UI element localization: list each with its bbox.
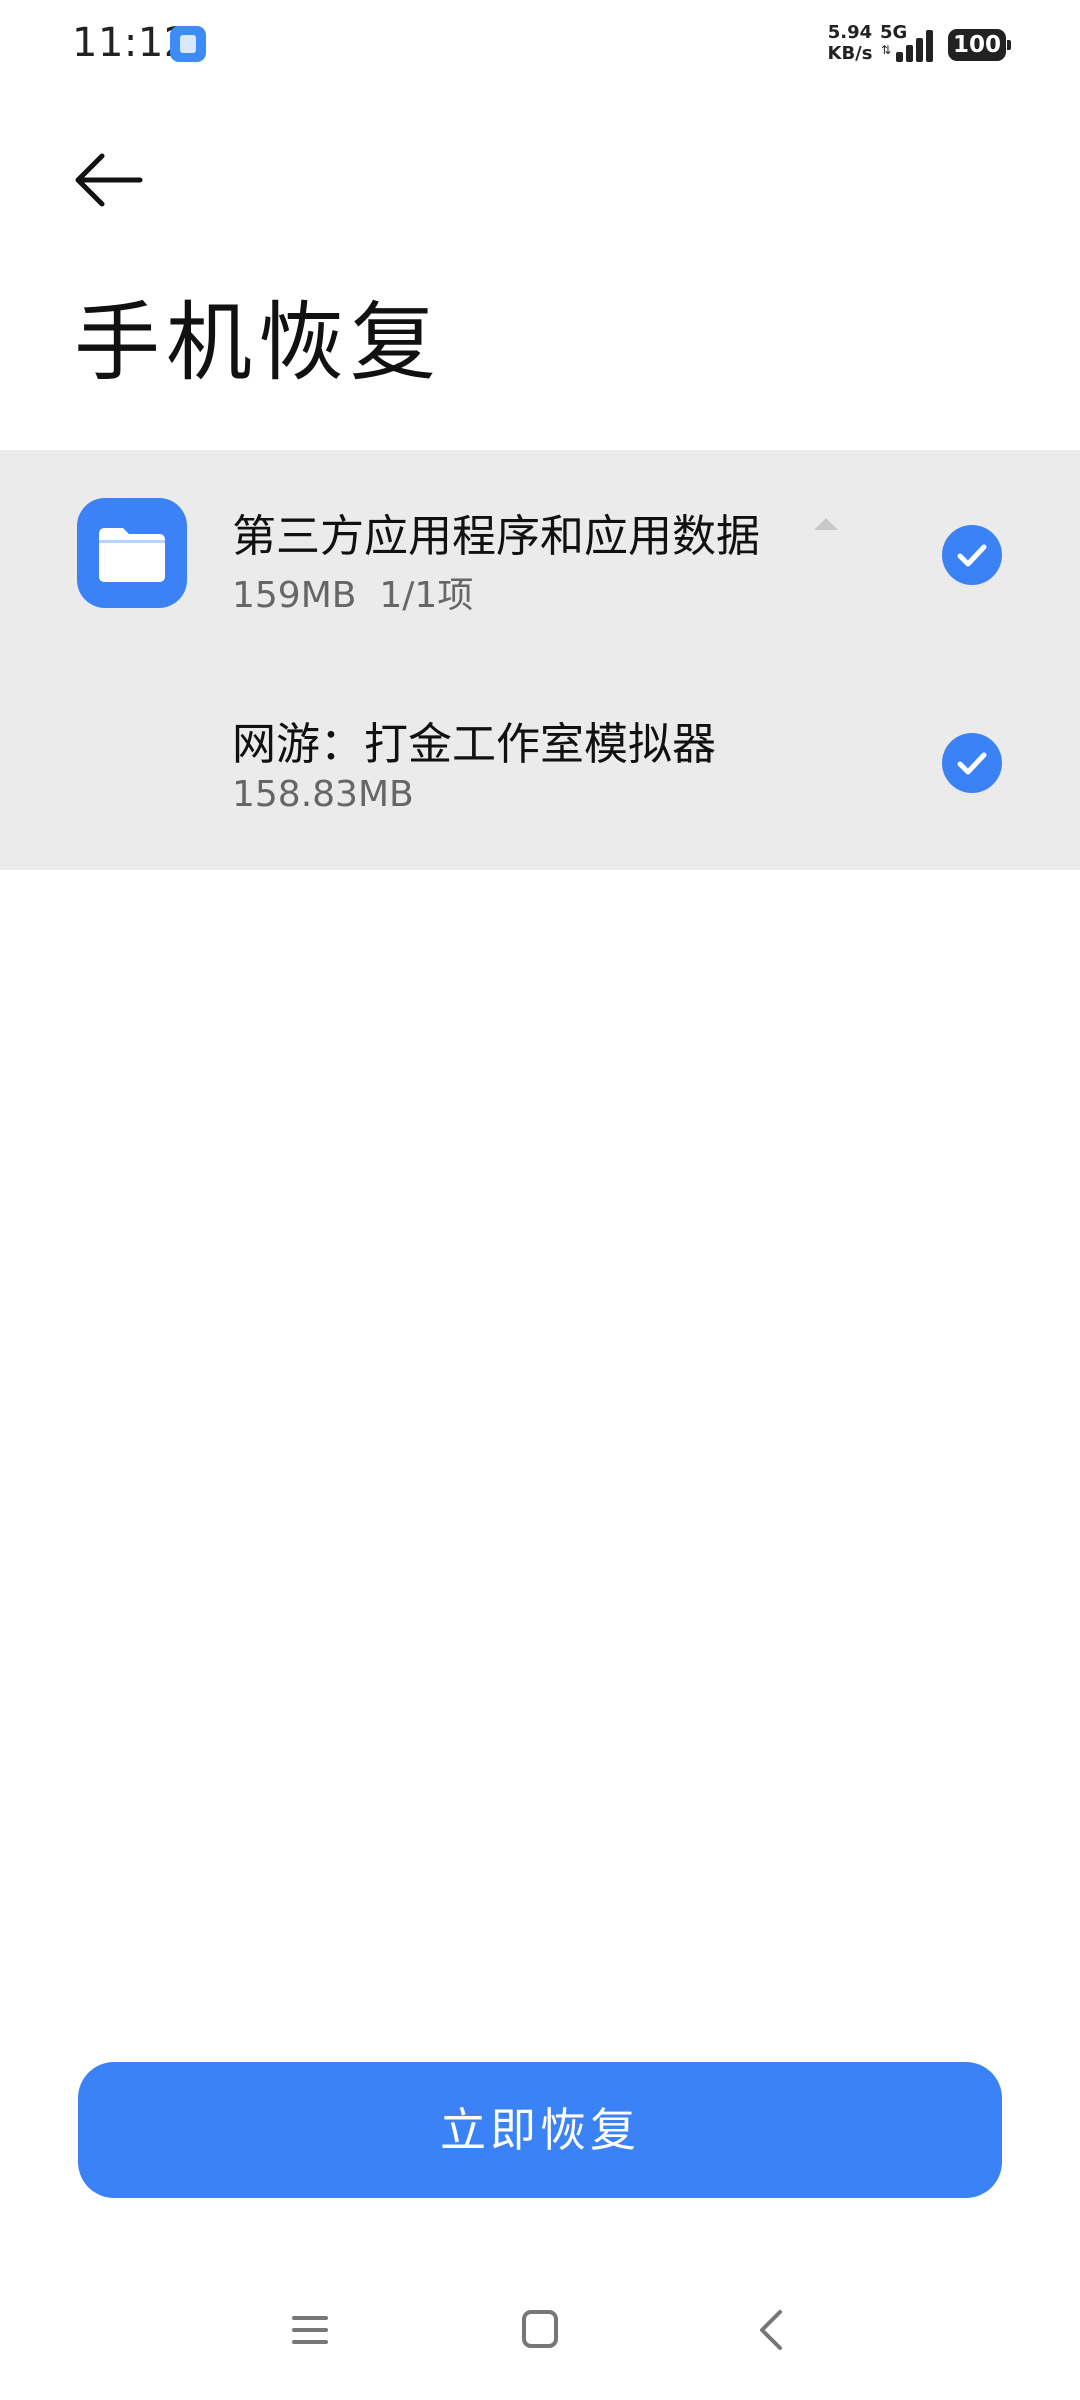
- navigation-bar: [0, 2290, 1080, 2380]
- back-button[interactable]: [70, 148, 150, 212]
- list-item-third-party-apps[interactable]: 第三方应用程序和应用数据 159MB 1/1项: [0, 450, 1080, 660]
- restore-now-button[interactable]: 立即恢复: [78, 2062, 1002, 2198]
- checkbox-checked[interactable]: [942, 525, 1002, 585]
- item-size: 158.83MB: [232, 774, 414, 815]
- item-subtitle: 159MB 1/1项: [232, 566, 473, 618]
- menu-icon[interactable]: [290, 2310, 330, 2350]
- app-notification-icon: [170, 26, 206, 62]
- arrow-left-icon: [75, 153, 143, 207]
- battery-icon: 100: [948, 29, 1011, 61]
- checkbox-checked[interactable]: [942, 733, 1002, 793]
- home-icon[interactable]: [522, 2310, 558, 2348]
- signal-bars-icon: [896, 30, 936, 62]
- item-count: 1/1项: [379, 575, 474, 616]
- restore-list: 第三方应用程序和应用数据 159MB 1/1项 网游：打金工作室模拟器 158.…: [0, 450, 1080, 870]
- collapse-caret-icon[interactable]: [814, 518, 838, 530]
- check-icon: [957, 752, 987, 775]
- network-speed-value: 5.94: [827, 22, 873, 43]
- item-title: 第三方应用程序和应用数据: [232, 511, 760, 562]
- status-bar: 11:12 5.94 KB/s 5G ⇅ 100: [0, 0, 1080, 90]
- network-speed: 5.94 KB/s: [826, 22, 874, 64]
- chevron-left-icon[interactable]: [752, 2308, 792, 2352]
- check-icon: [957, 544, 987, 567]
- data-activity-icon: ⇅: [881, 43, 892, 57]
- item-size: 159MB: [232, 575, 357, 616]
- list-item-game[interactable]: 网游：打金工作室模拟器 158.83MB: [0, 660, 1080, 870]
- page-title: 手机恢复: [74, 293, 442, 393]
- network-speed-unit: KB/s: [827, 43, 873, 64]
- folder-icon: [77, 498, 187, 608]
- item-title: 网游：打金工作室模拟器: [232, 719, 716, 770]
